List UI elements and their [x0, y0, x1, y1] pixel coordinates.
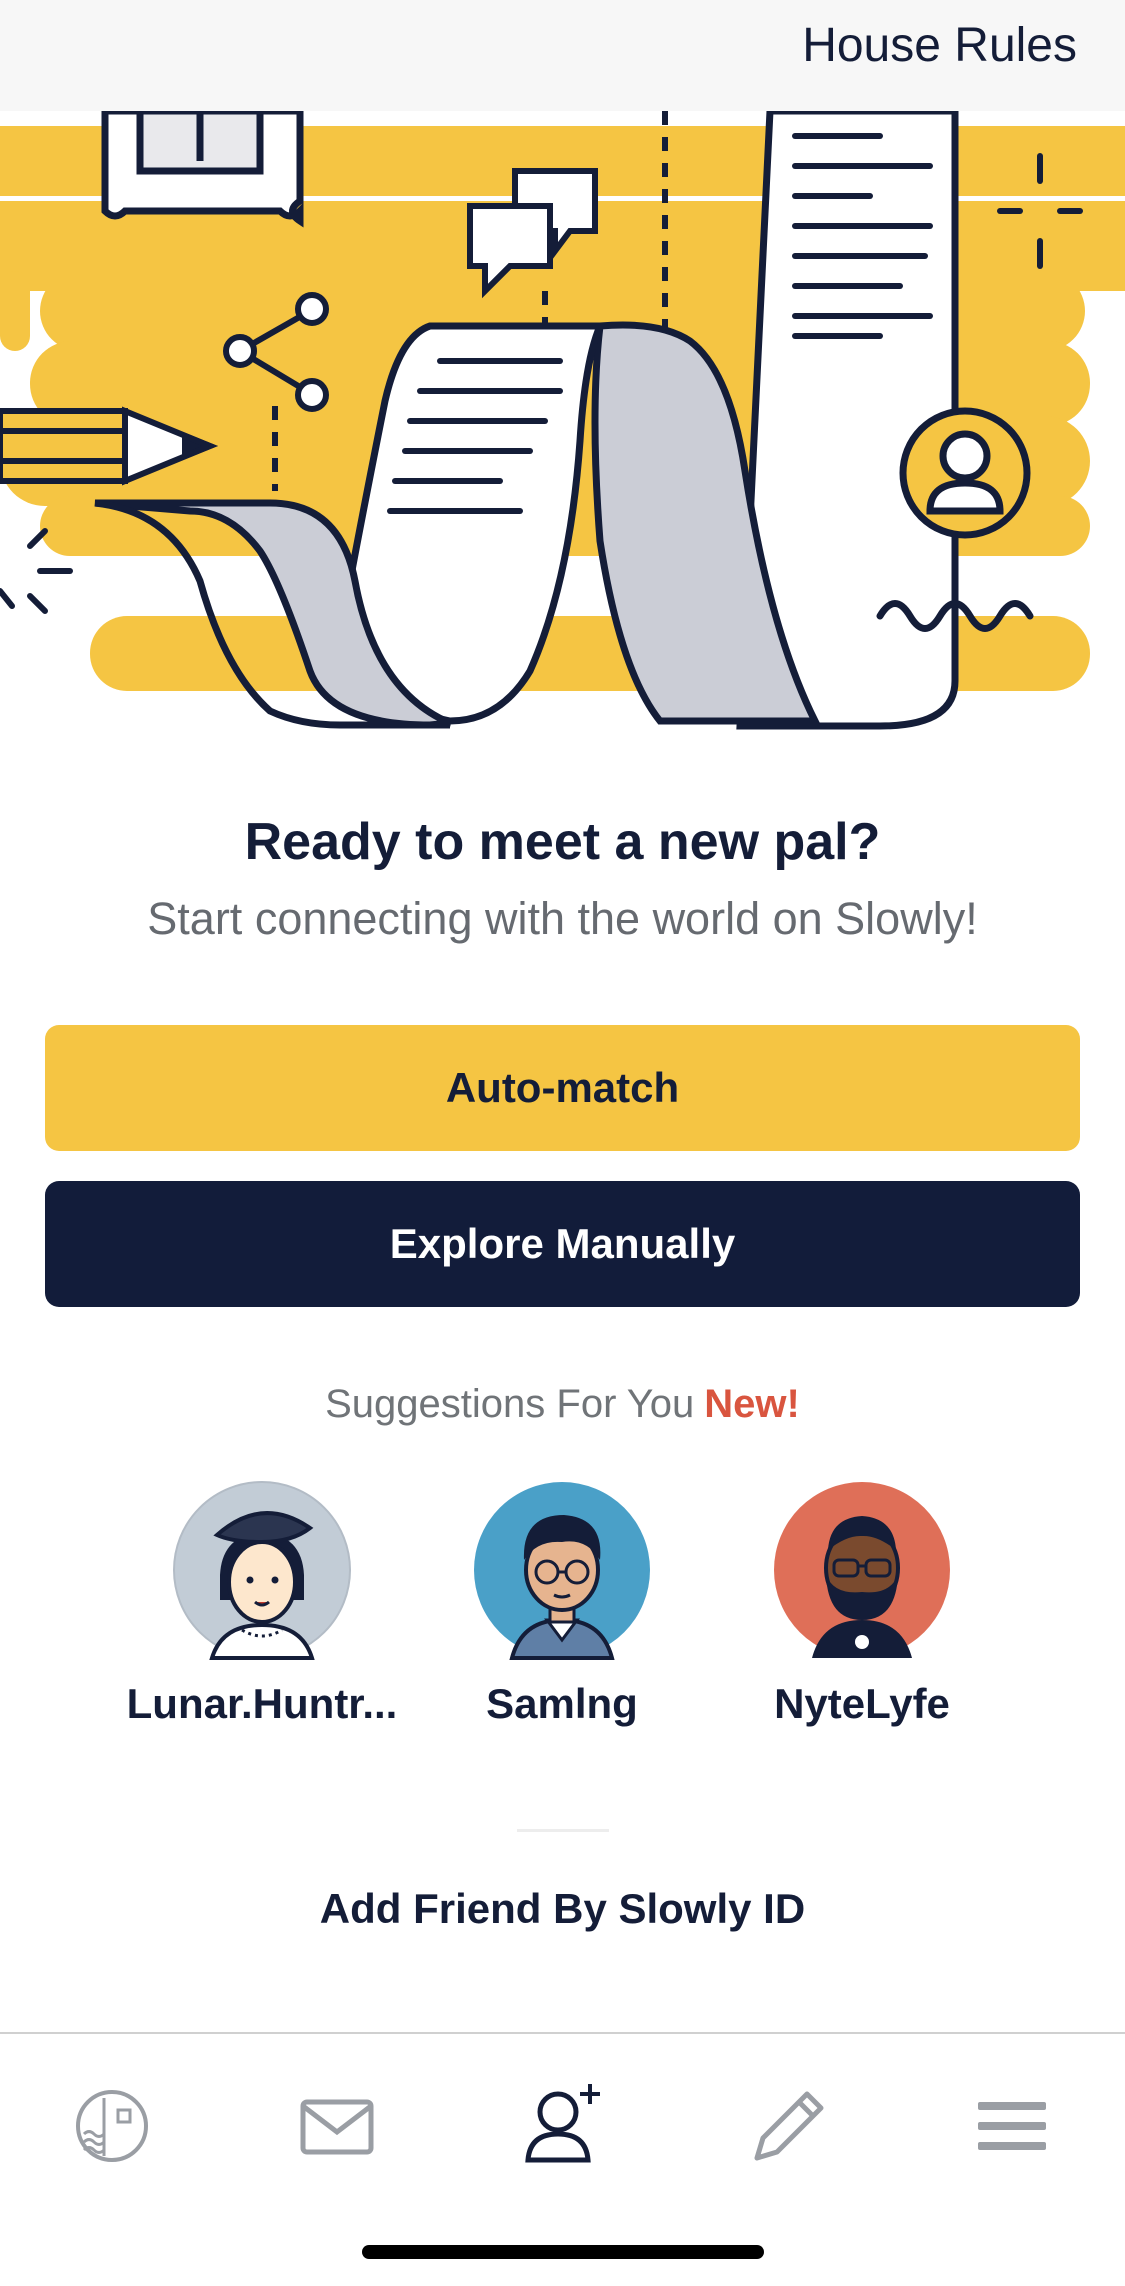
- top-bar: House Rules: [0, 0, 1125, 111]
- explore-manually-button[interactable]: Explore Manually: [45, 1181, 1080, 1307]
- menu-icon: [978, 2102, 1046, 2150]
- tab-menu[interactable]: [962, 2076, 1062, 2176]
- auto-match-button[interactable]: Auto-match: [45, 1025, 1080, 1151]
- new-badge: New!: [704, 1382, 800, 1426]
- house-rules-button[interactable]: House Rules: [802, 18, 1077, 73]
- avatar: [474, 1482, 650, 1660]
- suggested-pal-2[interactable]: Samlng: [412, 1480, 712, 1728]
- avatar: [774, 1482, 950, 1658]
- stamp-collection-icon: [76, 2090, 148, 2162]
- pal-name: NyteLyfe: [774, 1680, 950, 1727]
- add-friend-by-id-link[interactable]: Add Friend By Slowly ID: [0, 1885, 1125, 1933]
- tab-add-friend[interactable]: [512, 2076, 612, 2176]
- tab-stamps[interactable]: [62, 2076, 162, 2176]
- suggested-pal-3[interactable]: NyteLyfe: [712, 1480, 1012, 1728]
- pal-name: Samlng: [486, 1680, 638, 1727]
- home-indicator: [362, 2245, 764, 2259]
- hero-illustration: [0, 111, 1125, 730]
- add-friend-icon: [525, 2084, 600, 2163]
- suggestions-heading: Suggestions For You New!: [0, 1382, 1125, 1427]
- suggestions-label: Suggestions For You: [325, 1382, 695, 1426]
- avatar: [173, 1481, 351, 1660]
- suggested-pal-1[interactable]: Lunar.Huntr...: [112, 1480, 412, 1728]
- divider: [517, 1829, 609, 1832]
- tab-letters[interactable]: [287, 2076, 387, 2176]
- subheadline: Start connecting with the world on Slowl…: [147, 893, 978, 944]
- mail-icon: [300, 2099, 374, 2155]
- tab-write[interactable]: [737, 2076, 837, 2176]
- pencil-icon: [754, 2091, 824, 2161]
- headline: Ready to meet a new pal?: [244, 813, 881, 871]
- pal-name: Lunar.Huntr...: [126, 1680, 398, 1727]
